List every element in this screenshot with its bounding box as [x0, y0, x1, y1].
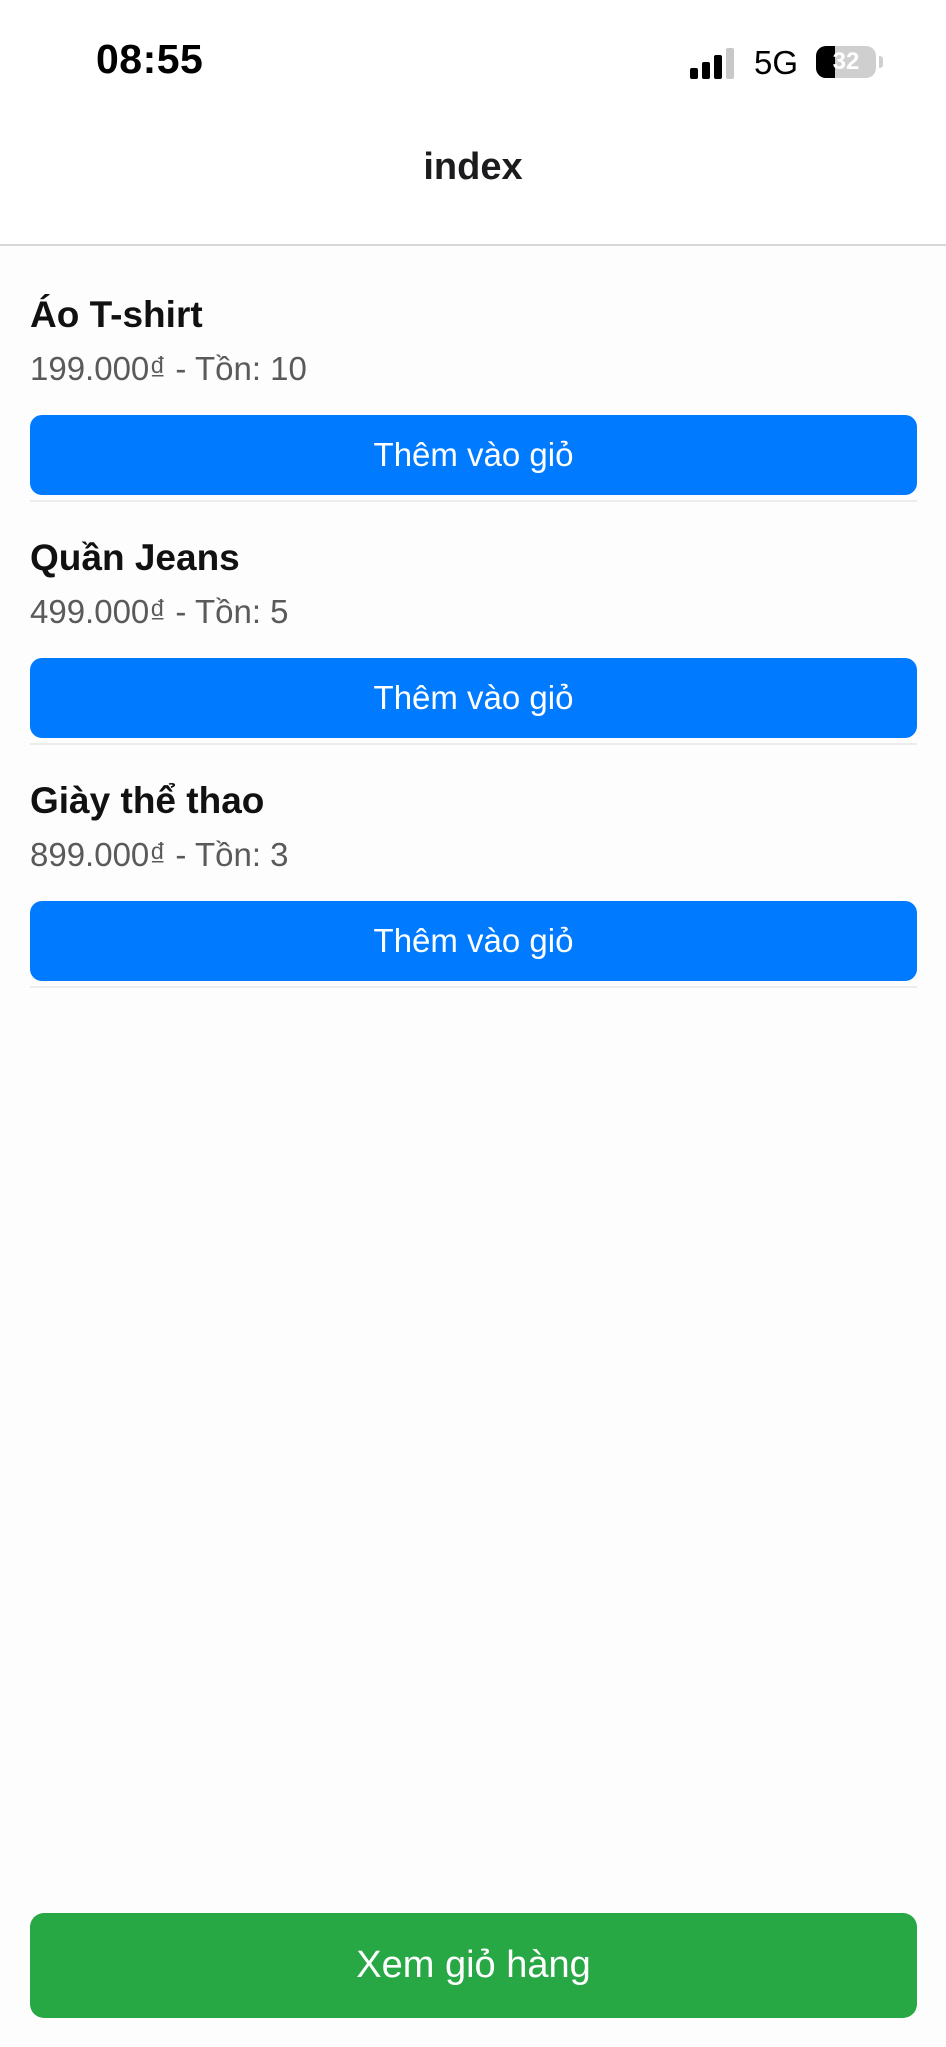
- status-bar: 08:55 5G 32: [0, 0, 946, 110]
- product-name: Áo T-shirt: [30, 294, 203, 335]
- product-price-stock: 899.000₫ - Tồn: 3: [30, 836, 289, 873]
- add-to-cart-button[interactable]: Thêm vào giỏ: [30, 658, 917, 738]
- battery-tip: [879, 56, 883, 68]
- add-to-cart-button[interactable]: Thêm vào giỏ: [30, 415, 917, 495]
- list-item: Giày thể thao 899.000₫ - Tồn: 3 Thêm vào…: [30, 746, 917, 988]
- product-name: Quần Jeans: [30, 537, 240, 578]
- battery-level: 32: [832, 48, 860, 75]
- view-cart-button[interactable]: Xem giỏ hàng: [30, 1913, 917, 2018]
- signal-bar: [714, 55, 722, 79]
- network-type: 5G: [754, 44, 799, 81]
- status-time: 08:55: [96, 36, 204, 82]
- product-list: Áo T-shirt 199.000₫ - Tồn: 10 Thêm vào g…: [30, 260, 917, 989]
- product-name: Giày thể thao: [30, 780, 265, 821]
- signal-bar: [702, 62, 710, 79]
- list-item: Quần Jeans 499.000₫ - Tồn: 5 Thêm vào gi…: [30, 503, 917, 745]
- battery-icon: 32: [816, 46, 876, 78]
- signal-bar: [690, 68, 698, 79]
- nav-header: index: [0, 110, 946, 246]
- add-to-cart-button[interactable]: Thêm vào giỏ: [30, 901, 917, 981]
- product-price-stock: 499.000₫ - Tồn: 5: [30, 593, 289, 630]
- product-price-stock: 199.000₫ - Tồn: 10: [30, 350, 307, 387]
- page-title: index: [423, 146, 523, 188]
- cellular-signal-icon: [690, 47, 740, 79]
- app-screen: 08:55 5G 32 index Áo T-shirt 199.000₫ - …: [0, 0, 946, 2047]
- list-item: Áo T-shirt 199.000₫ - Tồn: 10 Thêm vào g…: [30, 260, 917, 502]
- signal-bar: [726, 48, 734, 79]
